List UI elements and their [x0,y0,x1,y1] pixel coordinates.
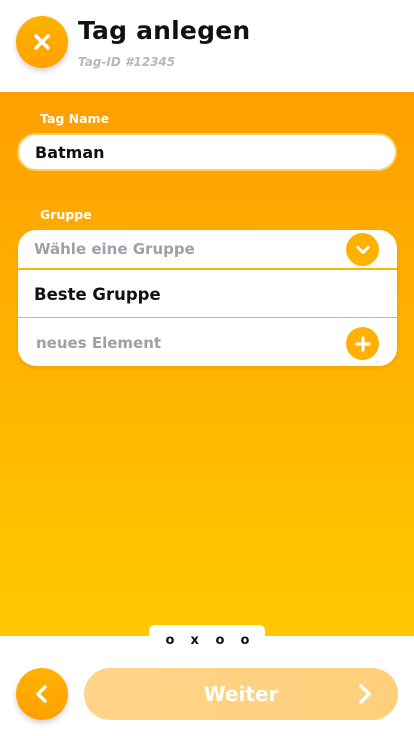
page-indicator: o x o o [149,625,265,655]
tag-name-label: Tag Name [40,111,110,126]
tag-name-value: Batman [35,142,105,162]
group-placeholder: Wähle eine Gruppe [34,240,195,258]
new-element-label: neues Element [36,333,162,352]
close-button[interactable] [16,16,68,68]
tag-id-subtitle: Tag-ID #12345 [78,55,176,69]
new-element-row[interactable]: neues Element [18,319,397,366]
chevron-left-icon [36,685,47,703]
next-button[interactable]: Weiter [84,668,398,720]
next-button-label: Weiter [203,682,279,706]
chevron-right-icon [359,684,371,704]
chevron-down-icon[interactable] [346,233,379,266]
group-option-label: Beste Gruppe [34,285,161,304]
group-select[interactable]: Wähle eine Gruppe [18,230,397,270]
tag-name-input[interactable]: Batman [17,133,397,171]
page-title: Tag anlegen [78,16,251,45]
close-icon [34,34,50,50]
back-button[interactable] [16,668,68,720]
plus-icon[interactable] [346,327,379,360]
page-dot-current: x [190,632,199,648]
group-dropdown: Wähle eine Gruppe Beste Gruppe neues Ele… [18,230,397,366]
page-dot: o [215,632,225,648]
page-dot: o [240,632,250,648]
group-option[interactable]: Beste Gruppe [18,272,397,318]
group-label: Gruppe [40,207,92,222]
page-dot: o [165,632,175,648]
